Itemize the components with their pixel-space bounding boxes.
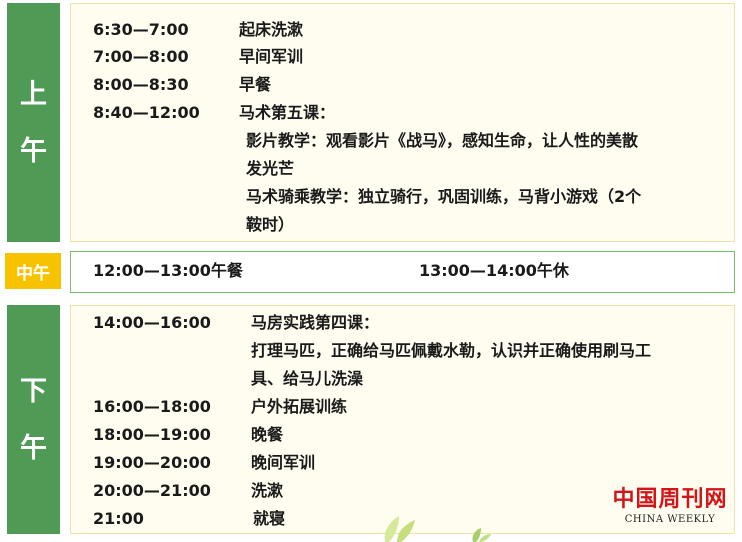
china-weekly-watermark: 中国周刊网 CHINA WEEKLY — [600, 488, 740, 525]
noon-item-lunch: 12:00—13:00午餐 — [93, 261, 243, 280]
afternoon-label-char-2: 午 — [20, 432, 47, 464]
afternoon-label: 下 午 — [7, 305, 60, 534]
pm-row-3-activity: 晚餐 — [251, 425, 284, 444]
morning-label-char-2: 午 — [20, 135, 47, 167]
pm-detail-line-2: 具、给马儿洗澡 — [251, 369, 364, 388]
pm-row-4-activity: 晚间军训 — [251, 453, 316, 472]
am-row-1-activity: 起床洗漱 — [239, 20, 304, 39]
pm-row-5-activity: 洗漱 — [251, 481, 284, 500]
pm-row-6-time: 21:00 — [93, 509, 144, 528]
pm-row-3-time: 18:00—19:00 — [93, 425, 211, 444]
watermark-en: CHINA WEEKLY — [624, 514, 716, 525]
pm-row-4-time: 19:00—20:00 — [93, 453, 211, 472]
pm-row-1-time: 14:00—16:00 — [93, 313, 211, 332]
pm-row-2-time: 16:00—18:00 — [93, 397, 211, 416]
am-row-3-activity: 早餐 — [239, 75, 272, 94]
am-row-2-time: 7:00—8:00 — [93, 47, 189, 66]
am-row-2-activity: 早间军训 — [239, 47, 304, 66]
am-detail-line-4: 鞍时） — [246, 215, 295, 234]
watermark-cn: 中国周刊网 — [612, 486, 728, 512]
decorative-leaves-icon — [384, 516, 491, 542]
pm-row-5-time: 20:00—21:00 — [93, 481, 211, 500]
morning-label: 上 午 — [7, 3, 60, 242]
noon-item-rest: 13:00—14:00午休 — [419, 261, 569, 280]
pm-row-6-activity: 就寝 — [253, 509, 286, 528]
pm-row-2-activity: 户外拓展训练 — [251, 397, 348, 416]
am-detail-line-2: 发光芒 — [246, 159, 295, 178]
am-row-4-time: 8:40—12:00 — [93, 103, 200, 122]
am-detail-line-1: 影片教学：观看影片《战马》，感知生命，让人性的美散 — [246, 131, 639, 150]
afternoon-label-char-1: 下 — [20, 375, 47, 407]
am-row-1-time: 6:30—7:00 — [93, 20, 189, 39]
pm-row-1-activity: 马房实践第四课： — [251, 313, 380, 332]
morning-label-char-1: 上 — [20, 78, 47, 110]
am-detail-line-3: 马术骑乘教学：独立骑行，巩固训练，马背小游戏（2个 — [246, 187, 642, 206]
noon-label: 中午 — [5, 253, 61, 289]
pm-detail-line-1: 打理马匹，正确给马匹佩戴水勒，认识并正确使用刷马工 — [251, 341, 652, 360]
am-row-3-time: 8:00—8:30 — [93, 75, 189, 94]
am-row-4-activity: 马术第五课： — [239, 103, 336, 122]
